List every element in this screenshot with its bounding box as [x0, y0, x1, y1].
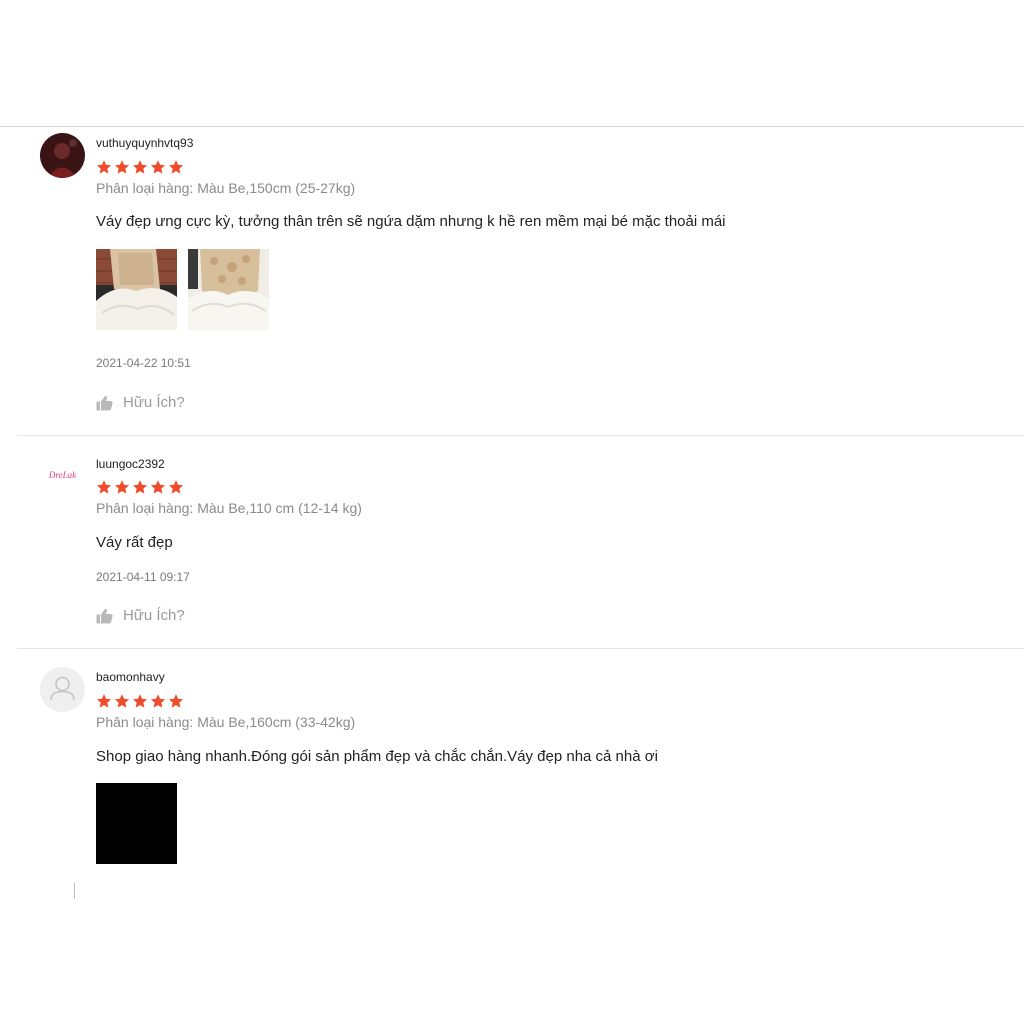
- helpful-label: Hữu Ích?: [123, 607, 185, 624]
- review-divider: [17, 648, 1024, 649]
- thumbs-up-icon: [96, 395, 113, 410]
- helpful-button[interactable]: Hữu Ích?: [96, 394, 185, 411]
- rating-stars: [96, 479, 184, 495]
- variation-label: Phân loại hàng: Màu Be,110 cm (12-14 kg): [96, 500, 362, 516]
- review-media: [96, 783, 177, 864]
- star-icon: [150, 160, 166, 174]
- star-icon: [132, 694, 148, 708]
- review-comment: Váy rất đẹp: [96, 534, 173, 551]
- review-divider: [17, 435, 1024, 436]
- star-icon: [96, 160, 112, 174]
- review-username[interactable]: vuthuyquynhvtq93: [96, 136, 193, 150]
- user-silhouette-icon: [40, 667, 85, 712]
- avatar[interactable]: DreLak: [40, 451, 85, 496]
- star-icon: [150, 694, 166, 708]
- rating-stars: [96, 693, 184, 709]
- rating-stars: [96, 159, 184, 175]
- star-icon: [168, 160, 184, 174]
- top-separator: [0, 126, 1024, 127]
- svg-text:DreLak: DreLak: [48, 470, 77, 480]
- review-photo-thumbnail[interactable]: [96, 249, 177, 330]
- text-caret: [74, 883, 75, 899]
- review-video-thumbnail[interactable]: [96, 783, 177, 864]
- review-comment: Shop giao hàng nhanh.Đóng gói sản phẩm đ…: [96, 748, 658, 765]
- star-icon: [132, 160, 148, 174]
- review-username[interactable]: luungoc2392: [96, 457, 165, 471]
- star-icon: [114, 694, 130, 708]
- star-icon: [150, 480, 166, 494]
- star-icon: [114, 480, 130, 494]
- review-comment: Váy đẹp ưng cực kỳ, tưởng thân trên sẽ n…: [96, 213, 726, 230]
- review-date: 2021-04-11 09:17: [96, 570, 190, 584]
- star-icon: [132, 480, 148, 494]
- avatar[interactable]: [40, 133, 85, 178]
- review-date: 2021-04-22 10:51: [96, 356, 191, 370]
- thumbs-up-icon: [96, 608, 113, 623]
- review-photo-thumbnail[interactable]: [188, 249, 269, 330]
- star-icon: [168, 480, 184, 494]
- helpful-label: Hữu Ích?: [123, 394, 185, 411]
- star-icon: [96, 480, 112, 494]
- helpful-button[interactable]: Hữu Ích?: [96, 607, 185, 624]
- star-icon: [168, 694, 184, 708]
- review-username[interactable]: baomonhavy: [96, 670, 165, 684]
- star-icon: [96, 694, 112, 708]
- review-media: [96, 249, 269, 330]
- star-icon: [114, 160, 130, 174]
- avatar[interactable]: [40, 667, 85, 712]
- variation-label: Phân loại hàng: Màu Be,150cm (25-27kg): [96, 180, 356, 196]
- variation-label: Phân loại hàng: Màu Be,160cm (33-42kg): [96, 714, 356, 730]
